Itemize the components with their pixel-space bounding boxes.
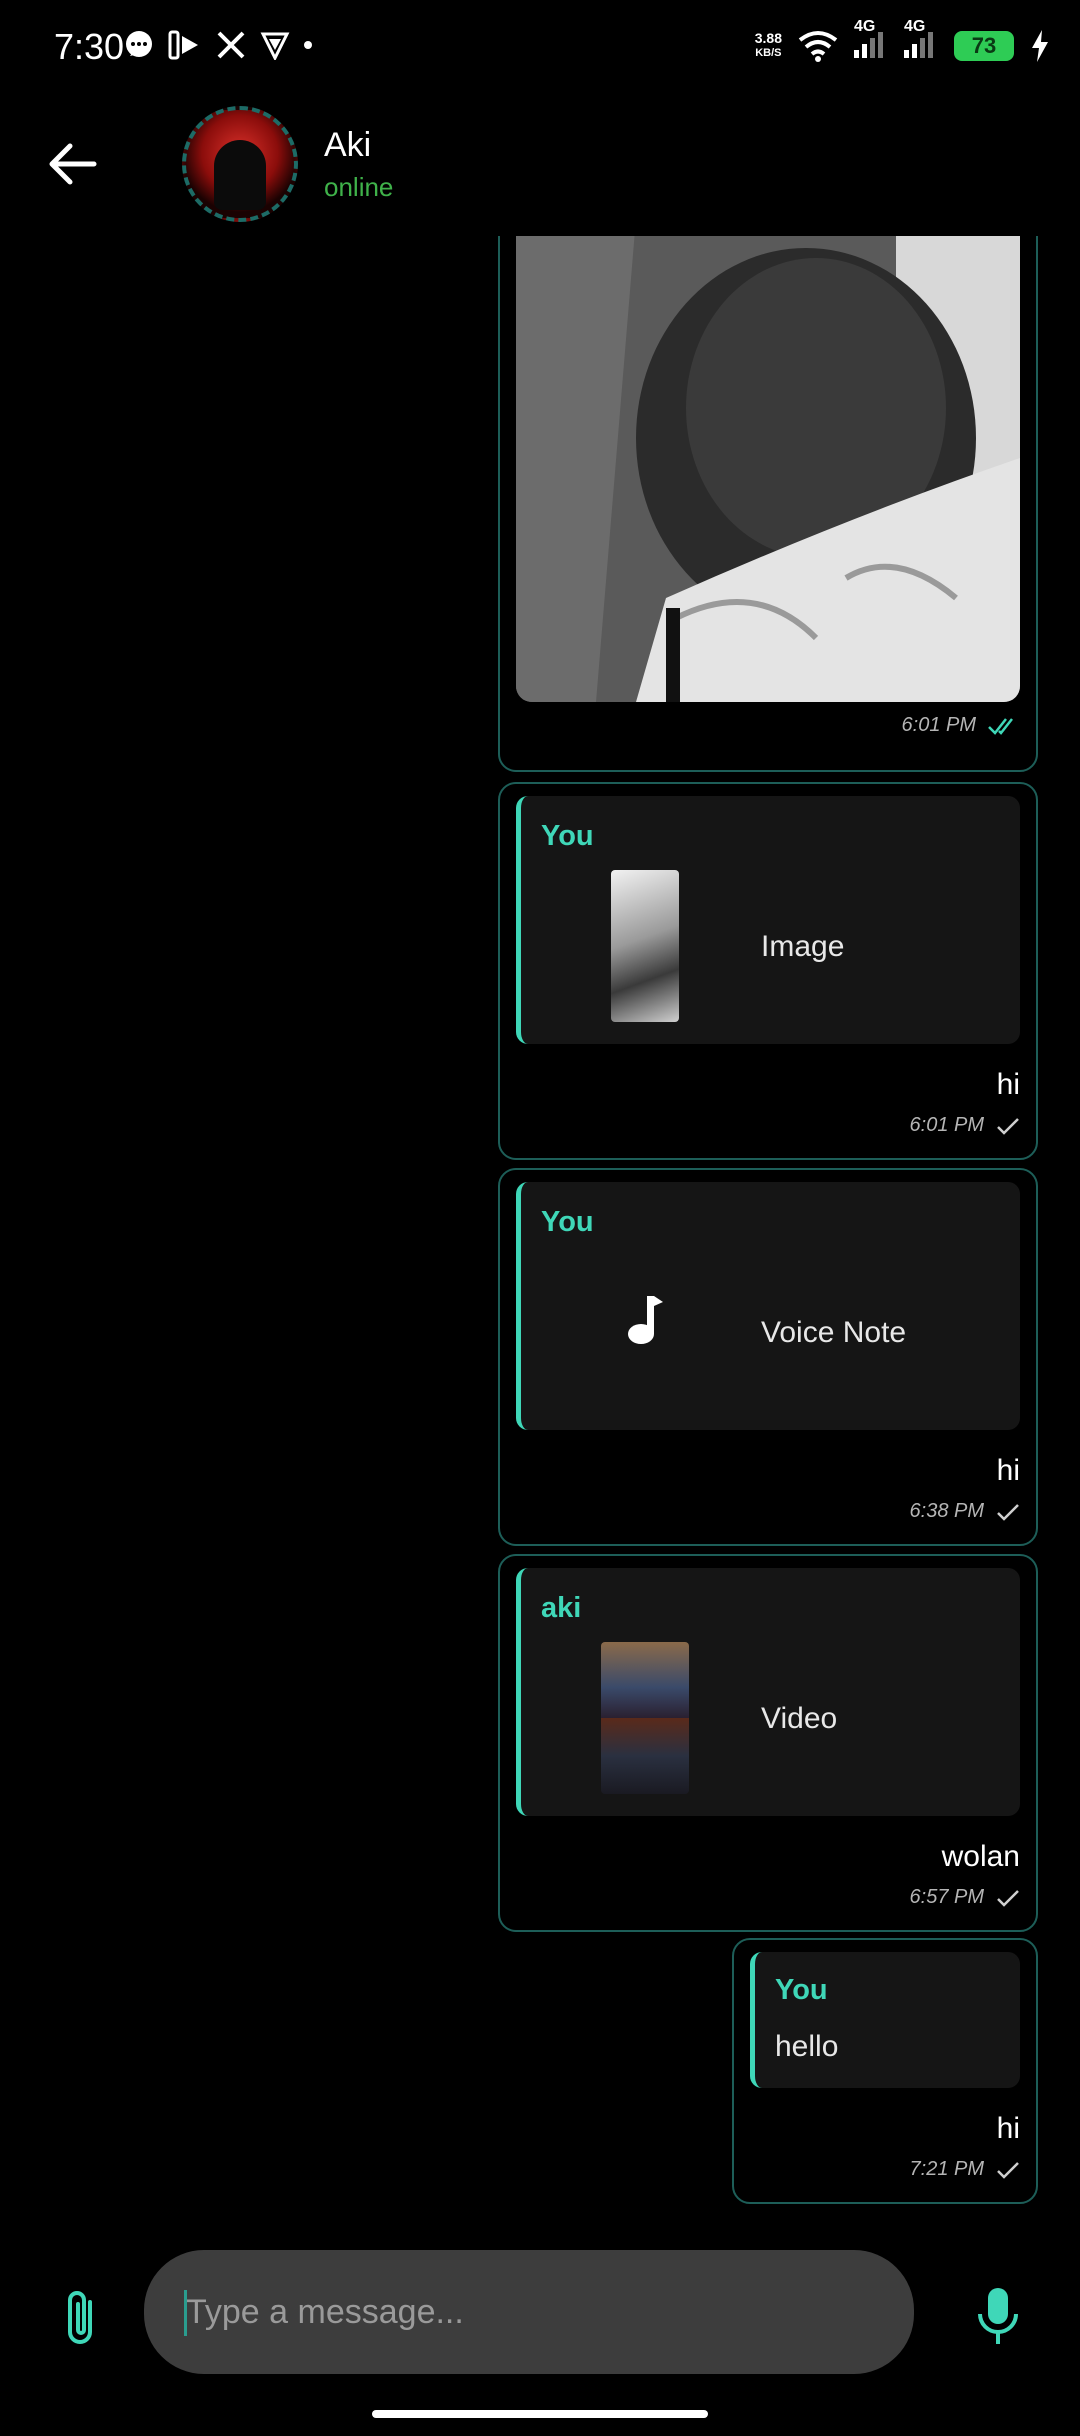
app-notification-icon — [168, 30, 198, 60]
net-speed: 3.88 KB/S — [754, 29, 782, 59]
message-bubble-image[interactable]: 6:01 PM — [498, 236, 1038, 772]
message-meta: 6:38 PM — [910, 1500, 1020, 1523]
chat-notification-icon — [126, 31, 152, 57]
reply-sender: You — [775, 1974, 828, 2006]
wifi-icon — [798, 30, 838, 62]
message-bubble[interactable]: aki Video wolan 6:57 PM — [498, 1554, 1038, 1932]
x-icon — [217, 31, 245, 59]
status-bar: 7:30 3.88 KB/S 4G 4G 73 — [0, 0, 1080, 100]
notification-icons — [124, 30, 312, 60]
signal-1: 4G — [854, 18, 888, 63]
back-arrow-icon[interactable] — [44, 136, 100, 192]
message-time: 6:38 PM — [909, 1500, 984, 1522]
message-list[interactable]: 6:01 PM You Image hi 6:01 PM You Voice N… — [0, 236, 1080, 2236]
reply-sender: You — [541, 820, 594, 852]
message-bubble[interactable]: You Image hi 6:01 PM — [498, 782, 1038, 1160]
contact-status: online — [324, 172, 394, 202]
check-icon — [997, 1889, 1019, 1907]
contact-name[interactable]: Aki — [324, 126, 371, 165]
check-icon — [997, 2161, 1019, 2179]
mic-icon[interactable] — [976, 2286, 1020, 2348]
message-time: 6:01 PM — [909, 1114, 984, 1136]
battery-icon: 73 — [954, 30, 1014, 61]
reply-preview[interactable]: You Image — [516, 796, 1020, 1044]
reply-preview[interactable]: aki Video — [516, 1568, 1020, 1816]
message-time: 7:21 PM — [909, 2158, 984, 2180]
attach-icon[interactable] — [60, 2288, 104, 2348]
text-cursor — [184, 2290, 187, 2336]
reply-sender: You — [541, 1206, 594, 1238]
home-indicator[interactable] — [372, 2410, 708, 2418]
reply-text: hello — [775, 2030, 839, 2063]
message-time: 6:57 PM — [909, 1886, 984, 1908]
avatar-figure — [214, 140, 266, 210]
system-status-icons: 3.88 KB/S 4G 4G 73 — [754, 18, 1050, 63]
message-meta: 6:01 PM — [902, 714, 1020, 737]
chat-header: Aki online — [0, 100, 1080, 236]
reply-video-thumbnail — [601, 1642, 689, 1794]
reply-preview[interactable]: You hello — [750, 1952, 1020, 2088]
message-meta: 6:01 PM — [910, 1114, 1020, 1137]
music-note-icon — [628, 1296, 663, 1344]
reply-kind: Video — [761, 1702, 838, 1735]
signal-2: 4G — [904, 18, 938, 63]
photo-content — [516, 236, 1020, 702]
reply-image-thumbnail — [611, 870, 679, 1022]
reply-kind: Image — [761, 930, 845, 963]
reply-sender: aki — [541, 1592, 582, 1624]
vpn-shield-icon — [260, 32, 290, 60]
double-check-icon — [988, 717, 1013, 735]
message-time: 6:01 PM — [901, 714, 976, 736]
message-bubble[interactable]: You Voice Note hi 6:38 PM — [498, 1168, 1038, 1546]
check-icon — [997, 1117, 1019, 1135]
check-icon — [997, 1503, 1019, 1521]
message-meta: 6:57 PM — [910, 1886, 1020, 1909]
reply-preview[interactable]: You Voice Note — [516, 1182, 1020, 1430]
avatar[interactable] — [182, 106, 298, 222]
charging-icon — [1032, 29, 1048, 62]
more-notifications-dot — [304, 41, 312, 49]
status-time: 7:30 — [54, 26, 125, 67]
message-text: hi — [996, 2112, 1020, 2145]
message-input[interactable] — [144, 2250, 914, 2374]
message-text: hi — [996, 1068, 1020, 1101]
message-meta: 7:21 PM — [910, 2158, 1020, 2181]
message-bubble[interactable]: You hello hi 7:21 PM — [732, 1938, 1038, 2204]
reply-kind: Voice Note — [761, 1316, 907, 1349]
message-text: hi — [996, 1454, 1020, 1487]
message-text: wolan — [941, 1840, 1020, 1873]
composer — [0, 2250, 1080, 2376]
shared-photo[interactable] — [516, 236, 1020, 702]
